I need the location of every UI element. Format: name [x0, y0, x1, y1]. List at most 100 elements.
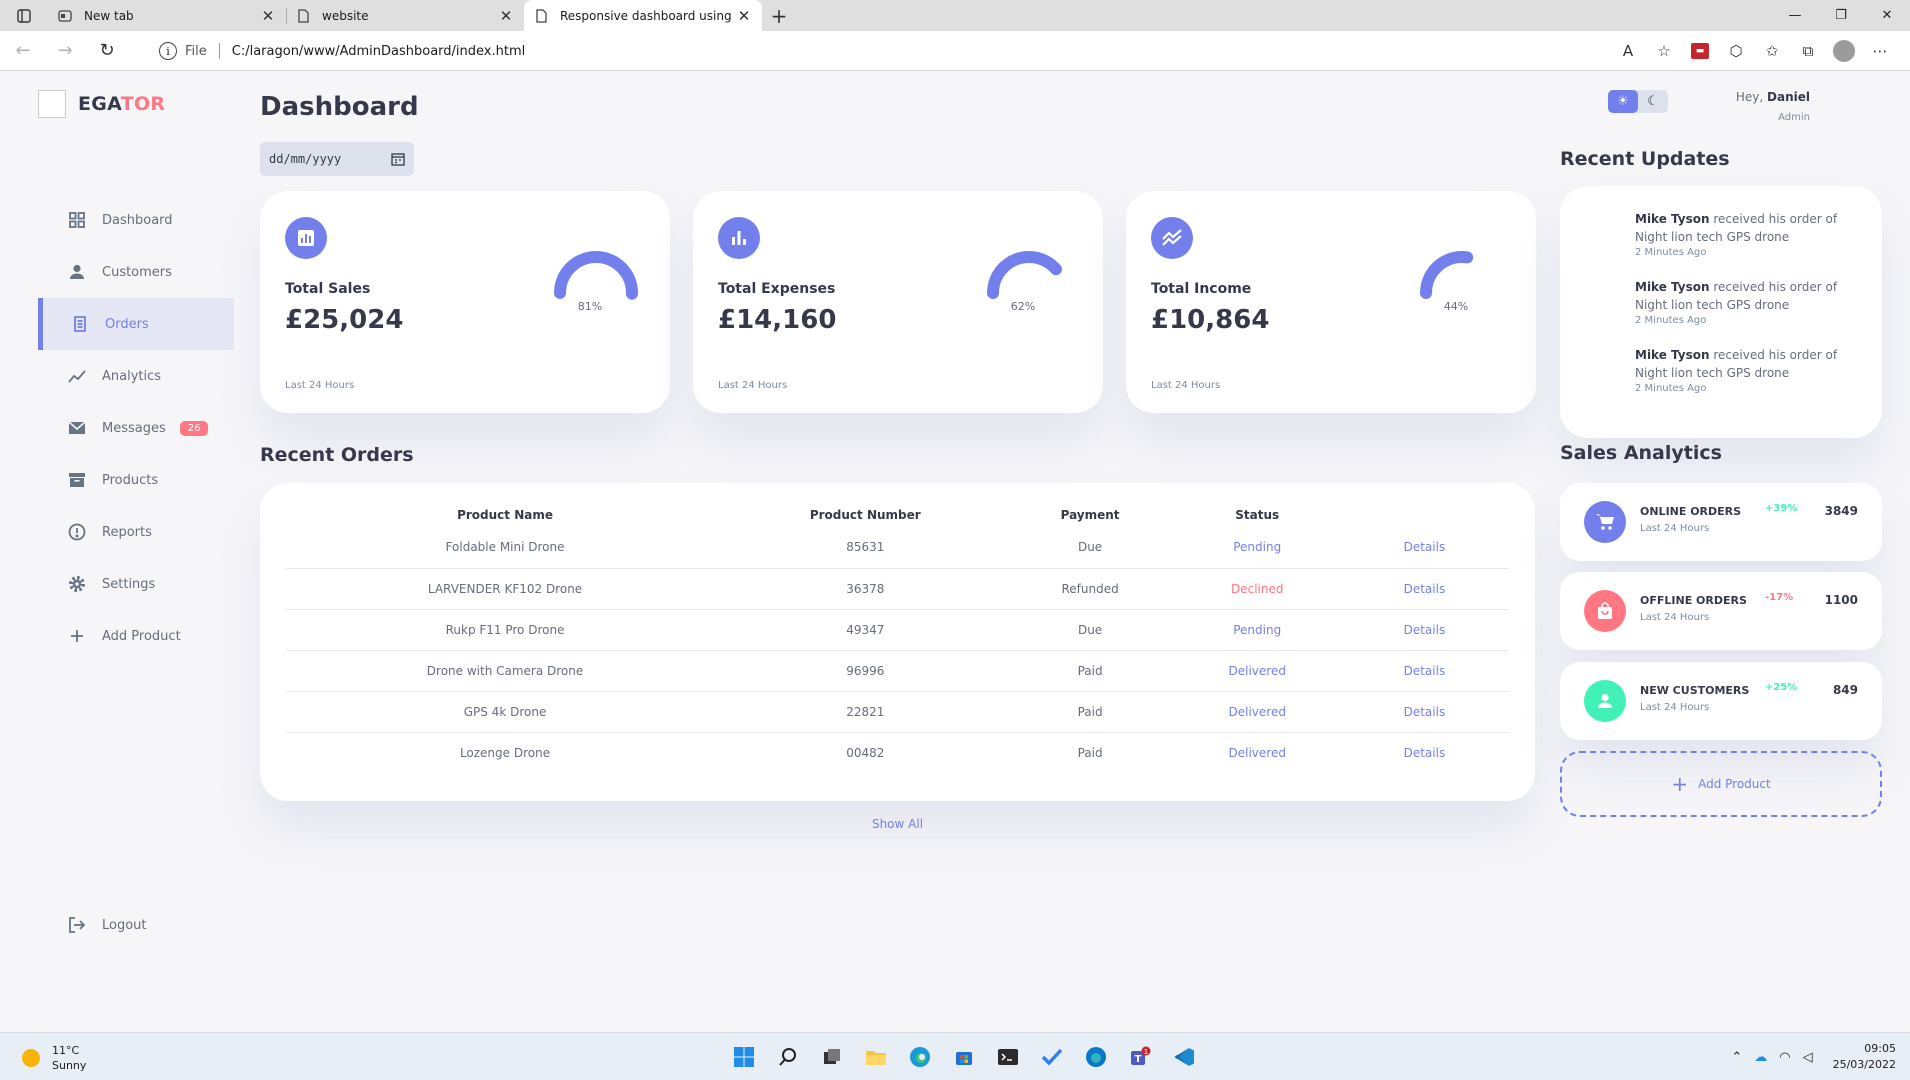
analytics-item-offline-orders: OFFLINE ORDERS Last 24 Hours -17% 1100 [1560, 572, 1882, 650]
logout-button[interactable]: Logout [38, 910, 147, 940]
sidebar-item-reports[interactable]: Reports [38, 506, 234, 558]
page-icon [298, 8, 309, 23]
cart-icon [1584, 501, 1626, 543]
store-icon[interactable] [942, 1041, 986, 1073]
edge-dev-icon[interactable] [1074, 1041, 1118, 1073]
url-scheme: File [185, 43, 207, 59]
volume-icon[interactable]: ◁ [1803, 1050, 1813, 1065]
product-name: LARVENDER KF102 Drone [286, 568, 725, 610]
add-product-button[interactable]: + Add Product [1560, 751, 1882, 817]
forward-button[interactable]: → [46, 31, 84, 71]
card-heading: Total Expenses [718, 281, 836, 297]
close-tab-icon[interactable]: ✕ [260, 7, 276, 25]
order-status: Declined [1173, 568, 1341, 610]
sidebar-item-messages[interactable]: Messages 26 [38, 402, 234, 454]
divider [218, 43, 220, 59]
calendar-icon[interactable] [391, 152, 405, 166]
sidebar-item-customers[interactable]: Customers [38, 246, 234, 298]
moon-icon[interactable]: ☾ [1638, 90, 1668, 113]
update-time: 2 Minutes Ago [1635, 315, 1707, 326]
table-row: Lozenge Drone 00482 Paid Delivered Detai… [286, 732, 1508, 773]
edge-browser-icon[interactable] [898, 1041, 942, 1073]
todo-icon[interactable] [1030, 1041, 1074, 1073]
progress-ring [987, 251, 1071, 335]
url-field[interactable]: i File C:/laragon/www/AdminDashboard/ind… [145, 35, 1635, 67]
teams-icon[interactable]: T1 [1118, 1041, 1162, 1073]
onedrive-icon[interactable]: ☁ [1754, 1050, 1767, 1065]
chevron-up-icon[interactable]: ⌃ [1731, 1050, 1742, 1065]
details-link[interactable]: Details [1340, 691, 1508, 733]
column-header [1341, 503, 1508, 527]
windows-start-icon[interactable] [722, 1041, 766, 1073]
person-icon [1584, 680, 1626, 722]
more-menu-icon[interactable]: ⋯ [1862, 31, 1898, 71]
back-button[interactable]: ← [4, 31, 42, 71]
task-view-icon[interactable] [810, 1041, 854, 1073]
tab-actions-button[interactable] [0, 0, 48, 31]
table-row: Drone with Camera Drone 96996 Paid Deliv… [286, 650, 1508, 692]
details-link[interactable]: Details [1340, 650, 1508, 692]
favorites-icon[interactable]: ✩ [1754, 31, 1790, 71]
new-tab-button[interactable]: + [762, 0, 796, 31]
sidebar-item-label: Add Product [102, 628, 181, 644]
extensions-puzzle-icon[interactable]: ⬡ [1718, 31, 1754, 71]
read-aloud-icon[interactable]: A [1610, 31, 1646, 71]
update-user: Mike Tyson [1635, 348, 1710, 362]
logo-image [38, 90, 66, 118]
theme-toggler[interactable]: ☀ ☾ [1608, 90, 1668, 113]
details-link[interactable]: Details [1340, 568, 1508, 610]
sidebar-item-add-product[interactable]: Add Product [38, 610, 234, 662]
info-icon[interactable]: i [159, 42, 177, 60]
logo-text: EGATOR [78, 93, 165, 115]
browser-tab-website[interactable]: website ✕ [286, 0, 524, 31]
minimize-icon[interactable]: — [1772, 0, 1818, 31]
browser-address-bar: ← → ↻ i File C:/laragon/www/AdminDashboa… [0, 31, 1910, 71]
details-link[interactable]: Details [1340, 609, 1508, 651]
terminal-icon[interactable] [986, 1041, 1030, 1073]
orders-table: Product Name Product Number Payment Stat… [286, 503, 1508, 773]
favorite-add-icon[interactable]: ☆ [1646, 31, 1682, 71]
product-name: GPS 4k Drone [286, 691, 725, 733]
report-icon [68, 523, 86, 541]
product-name: Lozenge Drone [459, 745, 551, 760]
table-row: Rukp F11 Pro Drone 49347 Due Pending Det… [286, 609, 1508, 651]
analytics-percent: -17% [1765, 592, 1794, 603]
browser-tab-new-tab[interactable]: New tab ✕ [48, 0, 287, 31]
sidebar-item-analytics[interactable]: Analytics [38, 350, 234, 402]
product-number: 96996 [724, 650, 1007, 692]
file-explorer-icon[interactable] [854, 1041, 898, 1073]
sales-analytics-title: Sales Analytics [1560, 442, 1722, 464]
window-controls: — ❐ ✕ [1772, 0, 1910, 31]
sidebar-item-dashboard[interactable]: Dashboard [38, 194, 234, 246]
sidebar-item-products[interactable]: Products [38, 454, 234, 506]
clock[interactable]: 09:05 25/03/2022 [1833, 1041, 1896, 1073]
card-value: £10,864 [1151, 305, 1270, 335]
restore-icon[interactable]: ❐ [1818, 0, 1864, 31]
details-link[interactable]: Details [1340, 527, 1508, 569]
sun-icon[interactable]: ☀ [1608, 90, 1638, 113]
date-input[interactable]: dd/mm/yyyy [260, 142, 414, 176]
extension-icon[interactable]: ▬ [1691, 43, 1709, 59]
bag-icon [1584, 590, 1626, 632]
profile-avatar[interactable] [1833, 40, 1855, 62]
close-tab-icon[interactable]: ✕ [736, 7, 752, 25]
temperature: 11°C [52, 1044, 80, 1057]
close-window-icon[interactable]: ✕ [1864, 0, 1910, 31]
close-tab-icon[interactable]: ✕ [498, 7, 514, 25]
update-item: Mike Tyson received his order of Night l… [1635, 210, 1860, 260]
details-link[interactable]: Details [1341, 732, 1508, 773]
page-title: Dashboard [260, 92, 419, 122]
page-icon [536, 8, 547, 23]
sidebar-item-settings[interactable]: Settings [38, 558, 234, 610]
show-all-link[interactable]: Show All [260, 817, 1535, 831]
weather-widget[interactable]: 11°C Sunny [22, 1043, 86, 1073]
collections-icon[interactable]: ⧉ [1790, 31, 1826, 71]
wifi-icon[interactable]: ◠ [1779, 1050, 1790, 1065]
browser-tab-dashboard[interactable]: Responsive dashboard using HTML ✕ [524, 0, 762, 31]
card-subtext: Last 24 Hours [718, 380, 788, 391]
search-icon[interactable] [766, 1041, 810, 1073]
column-header: Product Name [457, 508, 553, 522]
sidebar-item-orders[interactable]: Orders [38, 298, 234, 350]
vscode-icon[interactable] [1162, 1041, 1206, 1073]
refresh-button[interactable]: ↻ [88, 31, 126, 71]
